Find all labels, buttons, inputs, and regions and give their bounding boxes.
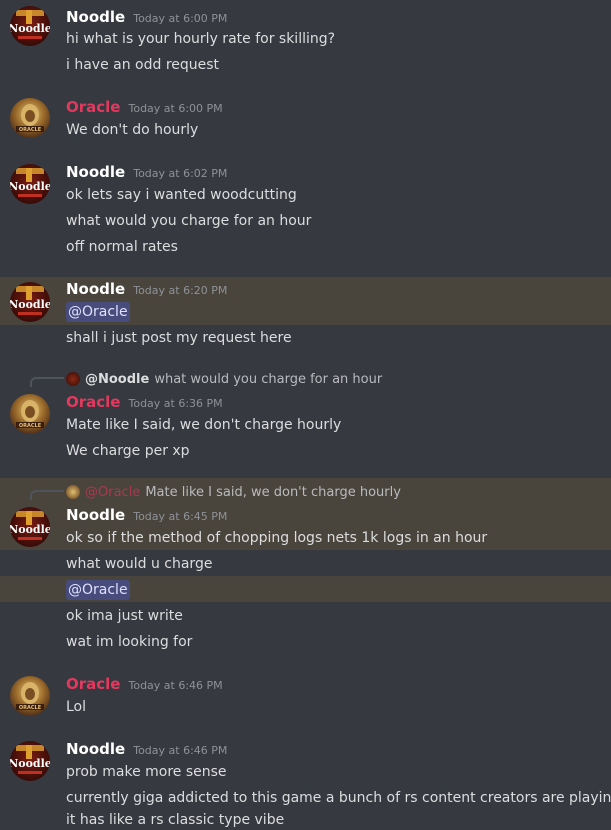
message-text: hi what is your hourly rate for skilling…: [66, 31, 336, 47]
oracle-logo-icon: ORACLE: [16, 104, 44, 133]
svg-text:Noodle: Noodle: [10, 22, 50, 35]
avatar-noodle[interactable]: Noodle: [10, 282, 50, 322]
reply-text: Mate like I said, we don't charge hourly: [145, 484, 401, 500]
message-header: Noodle Today at 6:00 PM: [66, 8, 227, 28]
message-text: We charge per xp: [66, 443, 190, 459]
message-header: Noodle Today at 6:20 PM: [66, 280, 227, 300]
message-header: Oracle Today at 6:36 PM: [66, 393, 223, 413]
message-text: off normal rates: [66, 239, 178, 255]
svg-text:ORACLE: ORACLE: [19, 127, 42, 133]
avatar-noodle[interactable]: Noodle: [10, 164, 50, 204]
timestamp: Today at 6:46 PM: [128, 679, 223, 692]
svg-text:Noodle: Noodle: [10, 298, 50, 311]
message-text: shall i just post my request here: [66, 330, 292, 346]
message-header: Oracle Today at 6:00 PM: [66, 98, 223, 118]
noodle-logo-icon: Noodle: [10, 745, 50, 774]
message-text: what would you charge for an hour: [66, 213, 312, 229]
reply-avatar: [66, 485, 80, 499]
message-list[interactable]: Noodle Noodle Today at 6:00 PM hi what i…: [0, 0, 611, 830]
message-text: @Oracle: [66, 302, 130, 322]
svg-text:Noodle: Noodle: [10, 757, 50, 770]
oracle-logo-icon: ORACLE: [16, 682, 44, 711]
timestamp: Today at 6:36 PM: [128, 397, 223, 410]
timestamp: Today at 6:20 PM: [133, 284, 228, 297]
timestamp: Today at 6:00 PM: [133, 12, 228, 25]
noodle-logo-icon: Noodle: [10, 286, 50, 315]
message-text: ok lets say i wanted woodcutting: [66, 187, 297, 203]
reply-spine: [30, 490, 64, 500]
reply-avatar: [66, 372, 80, 386]
message-text: wat im looking for: [66, 634, 193, 650]
message-text: what would u charge: [66, 556, 213, 572]
message-header: Noodle Today at 6:46 PM: [66, 740, 227, 760]
oracle-logo-icon: ORACLE: [16, 400, 44, 429]
reply-preview[interactable]: @Oracle Mate like I said, we don't charg…: [66, 484, 401, 500]
user-mention[interactable]: @Oracle: [66, 302, 130, 322]
reply-spine: [30, 377, 64, 387]
avatar-noodle[interactable]: Noodle: [10, 6, 50, 46]
message-text: prob make more sense: [66, 764, 227, 780]
username[interactable]: Noodle: [66, 163, 125, 181]
timestamp: Today at 6:46 PM: [133, 744, 228, 757]
message-text: We don't do hourly: [66, 122, 199, 138]
reply-text: what would you charge for an hour: [154, 371, 383, 387]
avatar-oracle[interactable]: ORACLE: [10, 394, 50, 434]
reply-username[interactable]: @Noodle: [85, 372, 149, 387]
username[interactable]: Noodle: [66, 506, 125, 524]
message-header: Noodle Today at 6:02 PM: [66, 163, 227, 183]
message-text: ok so if the method of chopping logs net…: [66, 530, 488, 546]
noodle-logo-icon: Noodle: [10, 168, 50, 197]
svg-text:Noodle: Noodle: [10, 523, 50, 536]
username[interactable]: Noodle: [66, 8, 125, 26]
svg-text:Noodle: Noodle: [10, 180, 50, 193]
message-header: Noodle Today at 6:45 PM: [66, 506, 227, 526]
timestamp: Today at 6:02 PM: [133, 167, 228, 180]
username[interactable]: Oracle: [66, 675, 120, 693]
avatar-noodle[interactable]: Noodle: [10, 507, 50, 547]
svg-text:ORACLE: ORACLE: [19, 423, 42, 429]
username[interactable]: Oracle: [66, 98, 120, 116]
avatar-oracle[interactable]: ORACLE: [10, 676, 50, 716]
noodle-logo-icon: Noodle: [10, 511, 50, 540]
svg-text:ORACLE: ORACLE: [19, 705, 42, 711]
reply-username[interactable]: @Oracle: [85, 485, 140, 500]
avatar-oracle[interactable]: ORACLE: [10, 98, 50, 138]
username[interactable]: Noodle: [66, 280, 125, 298]
avatar-noodle[interactable]: Noodle: [10, 741, 50, 781]
message-text: it has like a rs classic type vibe: [66, 812, 285, 828]
message-text: ok ima just write: [66, 608, 183, 624]
message-text: Mate like I said, we don't charge hourly: [66, 417, 342, 433]
reply-preview[interactable]: @Noodle what would you charge for an hou…: [66, 371, 382, 387]
timestamp: Today at 6:45 PM: [133, 510, 228, 523]
message-text: currently giga addicted to this game a b…: [66, 790, 611, 806]
message-text: i have an odd request: [66, 57, 220, 73]
noodle-logo-icon: Noodle: [10, 10, 50, 39]
message-text: Lol: [66, 699, 87, 715]
username[interactable]: Oracle: [66, 393, 120, 411]
timestamp: Today at 6:00 PM: [128, 102, 223, 115]
message-header: Oracle Today at 6:46 PM: [66, 675, 223, 695]
user-mention[interactable]: @Oracle: [66, 580, 130, 600]
username[interactable]: Noodle: [66, 740, 125, 758]
message-text: @Oracle: [66, 580, 130, 600]
